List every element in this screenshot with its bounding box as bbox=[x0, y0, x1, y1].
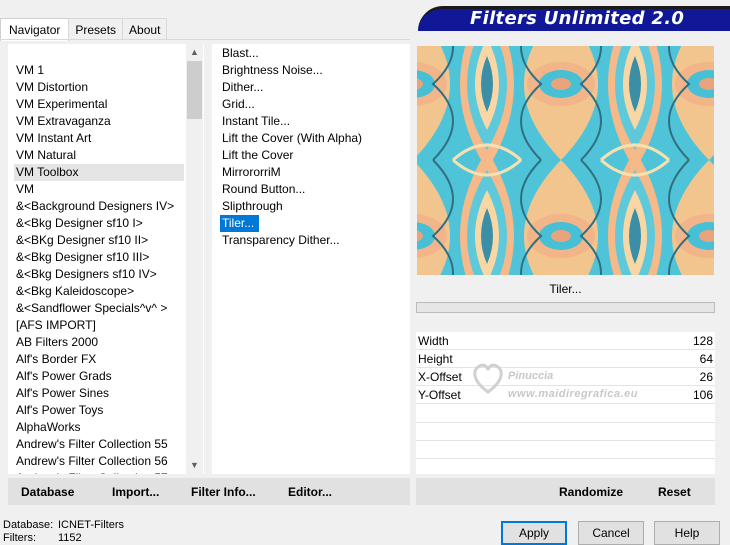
filter-item[interactable]: Tiler... bbox=[220, 215, 260, 232]
filter-item[interactable]: Grid... bbox=[220, 96, 400, 113]
tab-presets[interactable]: Presets bbox=[68, 18, 124, 40]
category-item[interactable]: VM Extravaganza bbox=[14, 113, 184, 130]
filter-item[interactable]: Blast... bbox=[220, 45, 400, 62]
category-item[interactable]: Alf's Power Sines bbox=[14, 385, 184, 402]
title-banner: Filters Unlimited 2.0 bbox=[418, 6, 730, 31]
preview-pattern bbox=[417, 46, 714, 275]
parameter-panel: Width 128 Height 64 X-Offset 26 Y-Offset… bbox=[416, 332, 715, 474]
category-item[interactable]: VM Distortion bbox=[14, 79, 184, 96]
param-divider bbox=[416, 440, 715, 441]
category-list-panel: VM 1 VM Distortion VM Experimental VM Extra… bbox=[8, 44, 204, 474]
status-area: Database: ICNET-Filters Filters: 1152 bbox=[3, 519, 124, 545]
filter-item[interactable]: Lift the Cover (With Alpha) bbox=[220, 130, 400, 147]
progress-bar bbox=[416, 302, 715, 313]
left-button-bar: Database Import... Filter Info... Editor… bbox=[8, 478, 410, 505]
category-item[interactable]: &<Sandflower Specials^v^ > bbox=[14, 300, 184, 317]
category-item[interactable]: [AFS IMPORT] bbox=[14, 317, 184, 334]
cancel-button[interactable]: Cancel bbox=[578, 521, 644, 545]
category-item[interactable]: VM Toolbox bbox=[14, 164, 184, 181]
param-label: Height bbox=[418, 352, 453, 366]
filters-count: 1152 bbox=[58, 532, 82, 544]
category-item[interactable]: &<Background Designers IV> bbox=[14, 198, 184, 215]
category-item[interactable]: VM Natural bbox=[14, 147, 184, 164]
filter-item[interactable]: Lift the Cover bbox=[220, 147, 400, 164]
filters-label: Filters: bbox=[3, 532, 36, 544]
database-label: Database: bbox=[3, 519, 54, 531]
preview-filter-name: Tiler... bbox=[549, 282, 582, 296]
category-list: VM 1 VM Distortion VM Experimental VM Extra… bbox=[14, 62, 184, 474]
tab-bar: Navigator Presets About bbox=[0, 18, 168, 41]
randomize-button[interactable]: Randomize bbox=[559, 485, 623, 499]
database-button[interactable]: Database bbox=[21, 485, 74, 499]
param-value[interactable]: 64 bbox=[700, 352, 713, 366]
category-item[interactable]: Alf's Border FX bbox=[14, 351, 184, 368]
right-button-bar: Randomize Reset bbox=[416, 478, 715, 505]
param-label: Width bbox=[418, 334, 449, 348]
filter-item[interactable]: Brightness Noise... bbox=[220, 62, 400, 79]
database-value: ICNET-Filters bbox=[58, 519, 124, 531]
filter-item[interactable]: Dither... bbox=[220, 79, 400, 96]
app-title: Filters Unlimited 2.0 bbox=[470, 8, 685, 29]
category-item[interactable]: Alf's Power Grads bbox=[14, 368, 184, 385]
category-item[interactable]: &<BKg Designer sf10 II> bbox=[14, 232, 184, 249]
filter-item[interactable]: Round Button... bbox=[220, 181, 400, 198]
filter-item[interactable]: MirrororriM bbox=[220, 164, 400, 181]
scroll-up-arrow-icon[interactable]: ▲ bbox=[186, 44, 203, 61]
category-item[interactable]: Alf's Power Toys bbox=[14, 402, 184, 419]
param-label: X-Offset bbox=[418, 370, 462, 384]
param-divider bbox=[416, 458, 715, 459]
category-item[interactable]: AlphaWorks bbox=[14, 419, 184, 436]
category-item[interactable]: Andrew's Filter Collection 55 bbox=[14, 436, 184, 453]
category-item[interactable]: VM bbox=[14, 181, 184, 198]
category-item[interactable]: &<Bkg Designer sf10 I> bbox=[14, 215, 184, 232]
param-value[interactable]: 106 bbox=[693, 388, 713, 402]
param-divider bbox=[416, 422, 715, 423]
scrollbar-thumb[interactable] bbox=[187, 61, 202, 119]
category-item[interactable]: VM Instant Art bbox=[14, 130, 184, 147]
tab-navigator[interactable]: Navigator bbox=[0, 18, 70, 41]
category-scrollbar[interactable]: ▲ ▼ bbox=[186, 44, 203, 474]
category-item[interactable]: &<Bkg Designer sf10 III> bbox=[14, 249, 184, 266]
param-value[interactable]: 26 bbox=[700, 370, 713, 384]
reset-button[interactable]: Reset bbox=[658, 485, 691, 499]
category-item[interactable]: &<Bkg Kaleidoscope> bbox=[14, 283, 184, 300]
param-row-x-offset[interactable]: X-Offset 26 bbox=[416, 368, 715, 386]
filter-item[interactable]: Transparency Dither... bbox=[220, 232, 400, 249]
param-row-width[interactable]: Width 128 bbox=[416, 332, 715, 350]
scroll-down-arrow-icon[interactable]: ▼ bbox=[186, 457, 203, 474]
category-item[interactable]: VM 1 bbox=[14, 62, 184, 79]
apply-button[interactable]: Apply bbox=[501, 521, 567, 545]
filter-list: Blast... Brightness Noise... Dither... Grid… bbox=[220, 45, 400, 249]
filter-info-button[interactable]: Filter Info... bbox=[191, 485, 256, 499]
import-button[interactable]: Import... bbox=[112, 485, 159, 499]
preview-image bbox=[417, 46, 714, 275]
filter-item[interactable]: Instant Tile... bbox=[220, 113, 400, 130]
param-value[interactable]: 128 bbox=[693, 334, 713, 348]
category-item[interactable]: VM Experimental bbox=[14, 96, 184, 113]
category-item[interactable]: AB Filters 2000 bbox=[14, 334, 184, 351]
category-item[interactable]: Andrew's Filter Collection 56 bbox=[14, 453, 184, 470]
tab-divider bbox=[0, 39, 410, 40]
param-label: Y-Offset bbox=[418, 388, 461, 402]
param-row-height[interactable]: Height 64 bbox=[416, 350, 715, 368]
category-item[interactable]: Andrew's Filter Collection 57 bbox=[14, 470, 184, 474]
help-button[interactable]: Help bbox=[654, 521, 720, 545]
filter-item[interactable]: Slipthrough bbox=[220, 198, 400, 215]
editor-button[interactable]: Editor... bbox=[288, 485, 332, 499]
param-row-y-offset[interactable]: Y-Offset 106 bbox=[416, 386, 715, 404]
filter-list-panel: Blast... Brightness Noise... Dither... Grid… bbox=[212, 44, 410, 474]
category-item[interactable]: &<Bkg Designers sf10 IV> bbox=[14, 266, 184, 283]
tab-about[interactable]: About bbox=[122, 18, 168, 40]
